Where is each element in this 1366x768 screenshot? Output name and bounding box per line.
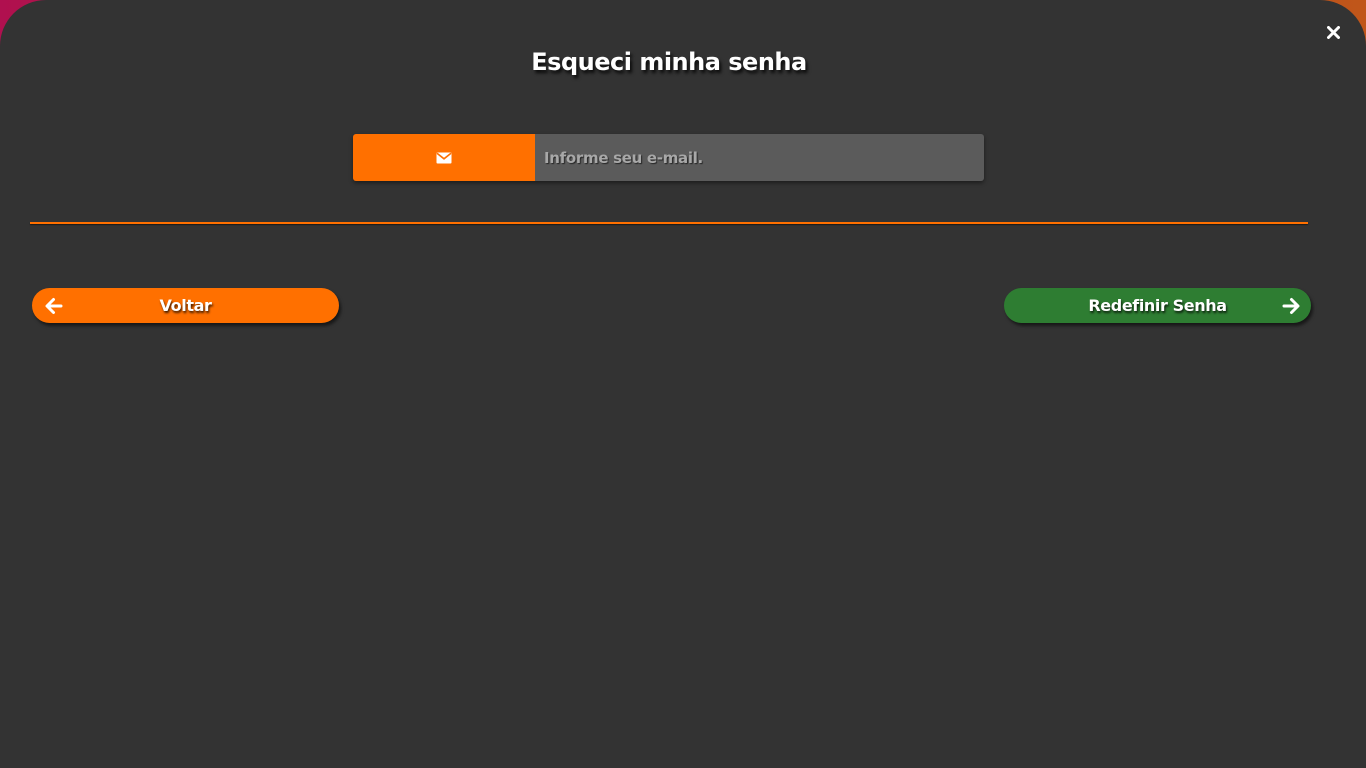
- email-input[interactable]: [535, 134, 984, 181]
- close-icon: [1326, 25, 1340, 39]
- close-button[interactable]: [1323, 21, 1343, 43]
- arrow-right-icon: [1282, 298, 1300, 314]
- forgot-password-modal: Esqueci minha senha Voltar Redefinir Sen…: [0, 0, 1366, 768]
- arrow-left-icon: [45, 298, 63, 314]
- email-icon-addon: [353, 134, 535, 181]
- email-field-group: [353, 134, 984, 181]
- reset-password-button-label: Redefinir Senha: [1088, 296, 1227, 315]
- envelope-icon: [436, 152, 452, 163]
- reset-password-button[interactable]: Redefinir Senha: [1004, 288, 1311, 323]
- divider: [30, 222, 1308, 224]
- back-button-label: Voltar: [159, 296, 212, 315]
- page-title: Esqueci minha senha: [531, 48, 807, 76]
- back-button[interactable]: Voltar: [32, 288, 339, 323]
